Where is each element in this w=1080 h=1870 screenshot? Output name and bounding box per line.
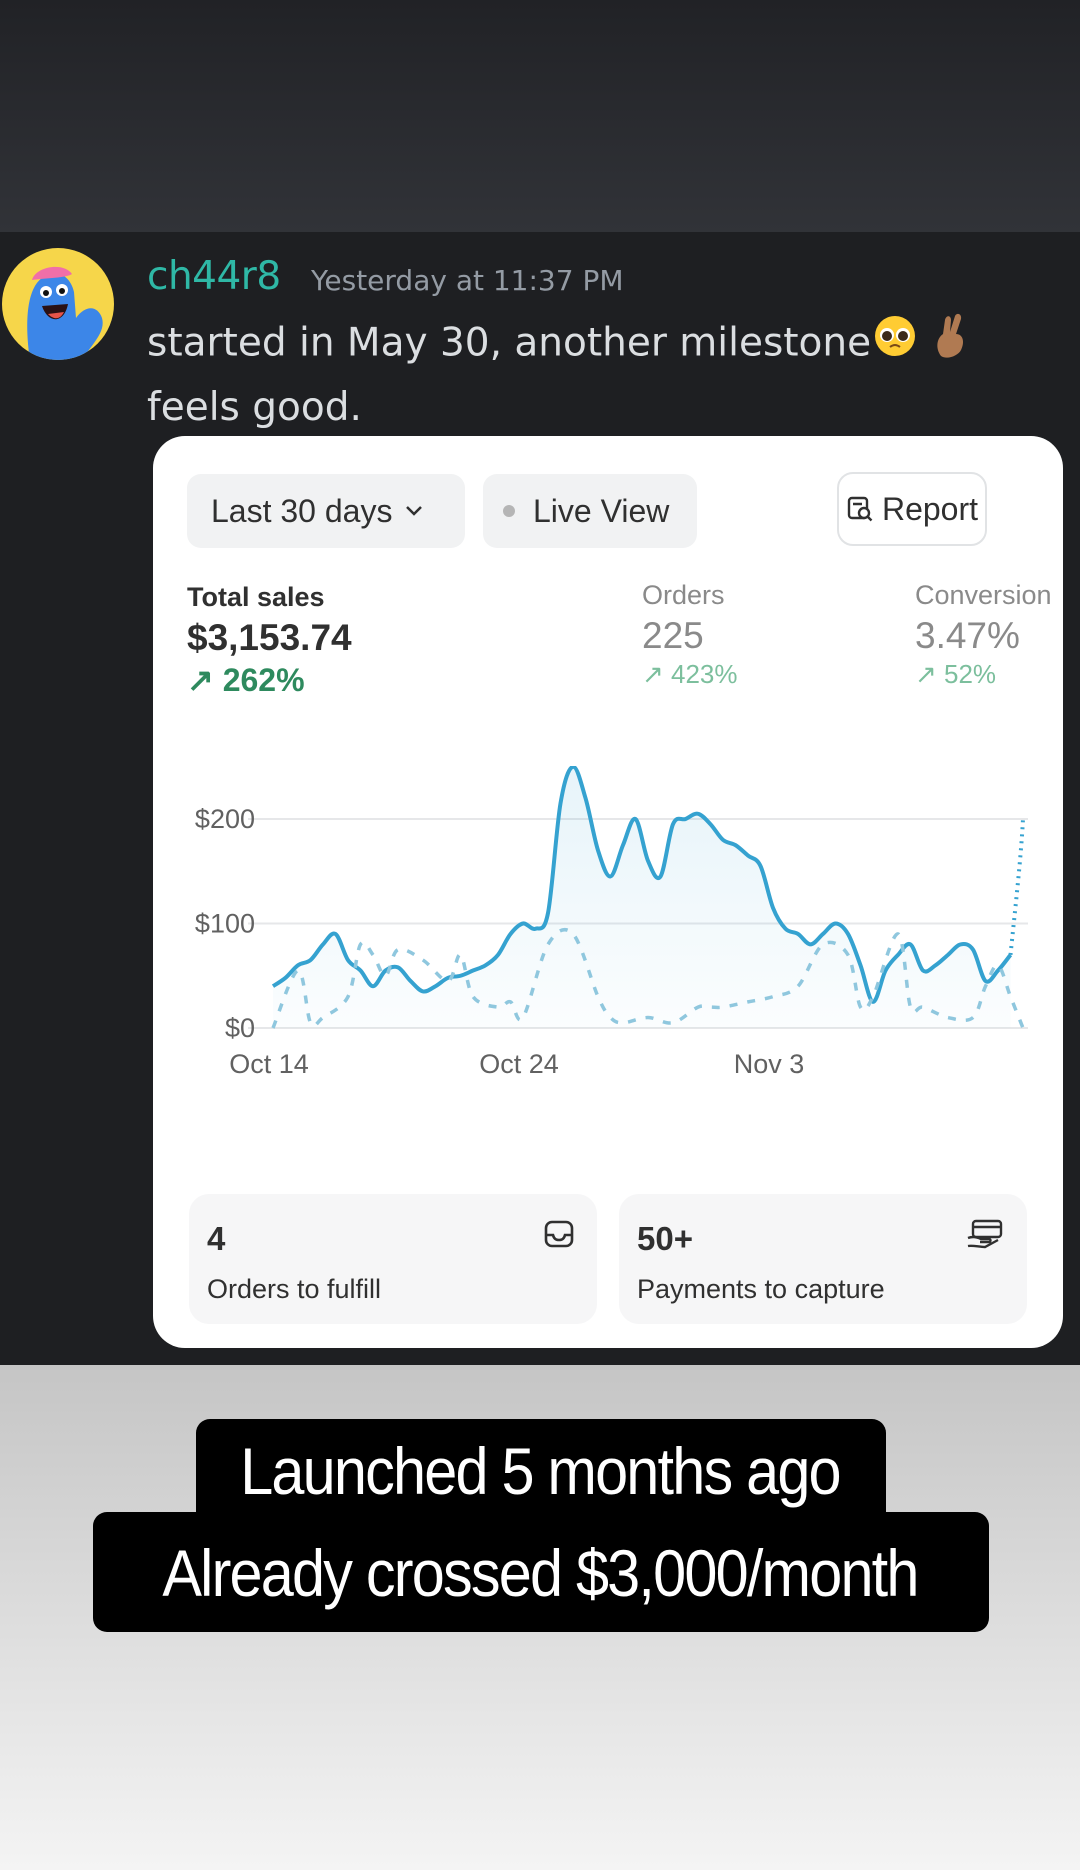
metric-conversion[interactable]: Conversion 3.47% ↗ 52% (915, 580, 1052, 690)
x-tick-label: Oct 14 (229, 1049, 309, 1079)
series-line-projection (1008, 818, 1025, 956)
top-bar (0, 0, 1080, 232)
live-view-button[interactable]: Live View (483, 474, 697, 548)
pleading-face-emoji-icon (873, 314, 917, 376)
tile-count: 4 (207, 1220, 226, 1257)
metric-total-sales[interactable]: Total sales $3,153.74 ↗ 262% (187, 582, 352, 699)
live-status-dot-icon (503, 505, 515, 517)
y-tick-label: $0 (225, 1013, 255, 1043)
caption-line-1: Launched 5 months ago (240, 1434, 841, 1508)
payments-to-capture-tile[interactable]: 50+ Payments to capture (619, 1194, 1027, 1324)
username[interactable]: ch44r8 (147, 254, 281, 299)
caption-area: Launched 5 months ago Already crossed $3… (0, 1365, 1080, 1870)
metric-value: $3,153.74 (187, 617, 352, 658)
inbox-icon (543, 1218, 575, 1255)
metric-label: Total sales (187, 582, 325, 612)
avatar-character-icon (27, 266, 103, 360)
metric-orders[interactable]: Orders 225 ↗ 423% (642, 580, 738, 690)
report-button[interactable]: Report (837, 472, 987, 546)
metric-label: Conversion (915, 580, 1052, 610)
series-area-fill (273, 766, 1011, 1028)
sales-line-chart: $200 $100 $0 Oct 14 Oct 24 Nov 3 (195, 766, 1028, 1079)
metric-change: ↗ 423% (642, 659, 738, 689)
tile-label: Orders to fulfill (207, 1274, 382, 1304)
caption-line-2: Already crossed $3,000/month (162, 1536, 919, 1610)
y-tick-label: $200 (195, 804, 255, 834)
message-timestamp: Yesterday at 11:37 PM (311, 264, 624, 297)
user-avatar[interactable] (2, 248, 114, 360)
message-text: started in May 30, another milestone fee… (147, 312, 1047, 438)
report-search-icon (846, 495, 874, 523)
metric-label: Orders (642, 580, 725, 610)
metric-change: ↗ 262% (187, 662, 305, 698)
tile-count: 50+ (637, 1220, 693, 1257)
message-line-2: feels good. (147, 385, 362, 430)
orders-to-fulfill-tile[interactable]: 4 Orders to fulfill (189, 1194, 597, 1324)
report-label: Report (881, 490, 979, 527)
metric-value: 3.47% (915, 615, 1020, 656)
y-tick-label: $100 (195, 909, 255, 939)
live-view-label: Live View (533, 492, 670, 529)
x-tick-label: Nov 3 (734, 1049, 805, 1079)
metric-value: 225 (642, 615, 704, 656)
tile-label: Payments to capture (637, 1274, 885, 1304)
x-tick-label: Oct 24 (479, 1049, 559, 1079)
date-range-dropdown[interactable]: Last 30 days (187, 474, 465, 548)
crossed-fingers-emoji-icon (931, 312, 971, 378)
metric-change: ↗ 52% (915, 659, 997, 689)
date-range-label: Last 30 days (211, 492, 393, 529)
payment-hand-icon (965, 1218, 1005, 1255)
analytics-card: Last 30 days Live View Report Total sale… (153, 436, 1063, 1348)
message-line-1: started in May 30, another milestone (147, 320, 872, 366)
chevron-down-icon (404, 504, 424, 518)
